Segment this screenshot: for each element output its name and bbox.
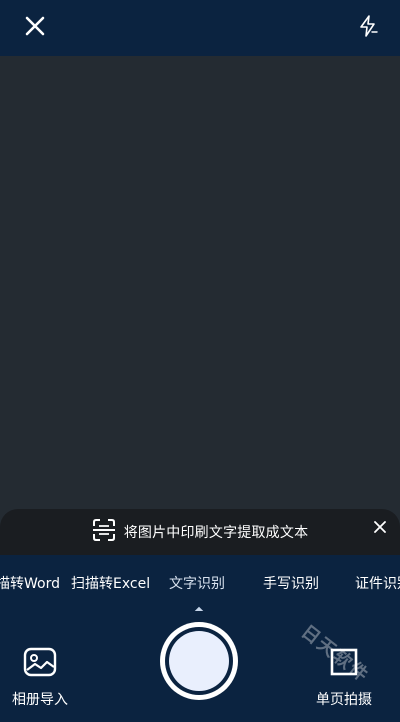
hint-close-icon[interactable] [366,513,394,541]
hint-text: 将图片中印刷文字提取成文本 [123,525,309,541]
camera-viewfinder[interactable] [0,56,400,556]
mode-id-recognition[interactable]: 证件识别 [355,573,400,593]
shutter-core [169,631,229,691]
close-icon[interactable] [15,6,55,46]
album-import-button[interactable]: 相册导入 [12,647,68,709]
mode-selector: 描转Word 扫描转Excel 文字识别 手写识别 证件识别 [0,555,400,611]
scan-text-icon [92,519,116,545]
album-import-label: 相册导入 [12,692,68,708]
shutter-ring [165,627,233,695]
single-page-capture-label: 单页拍摄 [316,692,372,708]
flash-auto-icon[interactable] [348,6,388,46]
mode-scan-to-word[interactable]: 描转Word [0,573,60,593]
hint-banner: 将图片中印刷文字提取成文本 [0,509,400,555]
shutter-button[interactable] [160,622,238,700]
mode-scan-to-excel[interactable]: 扫描转Excel [71,573,150,593]
mode-text-recognition[interactable]: 文字识别 [169,573,225,593]
top-bar [0,0,400,56]
mode-handwriting-recognition[interactable]: 手写识别 [263,573,319,593]
image-import-icon [23,647,57,681]
